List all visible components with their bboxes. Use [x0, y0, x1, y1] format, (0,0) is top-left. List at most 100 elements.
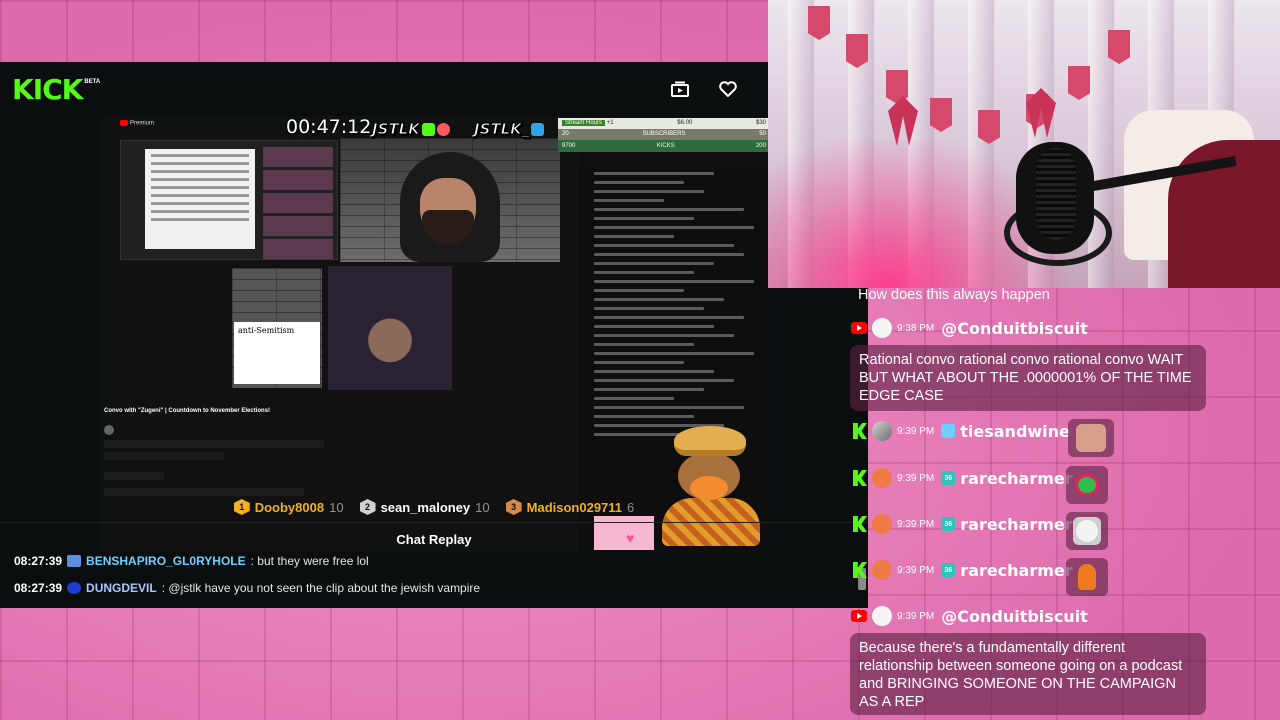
leaderboard-count: 6 — [627, 499, 635, 515]
kick-handle-text: JSTLK — [372, 120, 421, 139]
theater-mode-icon[interactable] — [670, 79, 690, 99]
overlay-chat-header: 9:39 PM 36 rarecharmer — [853, 511, 1073, 537]
face-emote-icon — [1068, 419, 1114, 457]
chat-time: 9:39 PM — [897, 425, 935, 437]
chat-replay-message: 08:27:39 BENSHAPIRO_GL0RYHOLE : but they … — [14, 551, 369, 571]
avatar — [872, 421, 892, 441]
chat-username: rarecharmer — [960, 514, 1073, 534]
host-webcam — [340, 138, 560, 262]
stream-hours-row: Stream Hours +1 $6.00 $30 — [558, 118, 770, 129]
leaderboard-entry[interactable]: 3 Madison029711 6 — [505, 499, 635, 515]
message-text: : but they were free lol — [250, 554, 369, 568]
guest-webcam-right — [328, 266, 452, 390]
avatar — [872, 560, 892, 580]
twitter-bird-icon — [531, 123, 545, 136]
frog-emote-icon — [1066, 466, 1108, 504]
overlay-chat-header: 9:39 PM @Conduitbiscuit — [851, 603, 1088, 629]
chat-username: tiesandwine — [960, 421, 1070, 441]
chat-time: 9:39 PM — [897, 518, 935, 530]
kicks-row: 9700 KICKS 200 — [558, 140, 770, 152]
leaderboard-entry[interactable]: 2 sean_maloney 10 — [359, 499, 490, 515]
definition-heading: anti-Semitism — [238, 326, 295, 335]
kick-header: KICK BETA — [0, 62, 768, 116]
stream-hours-amount: $6.00 — [677, 120, 693, 126]
article-document — [145, 149, 255, 249]
youtube-page-capture: Premium anti-Semitism Convo with "Zugeni… — [100, 116, 578, 552]
overlay-chat-header: 9:38 PM @Conduitbiscuit — [851, 315, 1088, 341]
stream-goals-widget: Stream Hours +1 $6.00 $30 20 SUBSCRIBERS… — [558, 118, 770, 158]
subscribers-row: 20 SUBSCRIBERS 50 — [558, 129, 770, 140]
subscriber-badge-icon: 36 — [941, 563, 956, 577]
leaderboard-entry[interactable]: 1 Dooby8008 10 — [233, 499, 344, 515]
chat-time: 9:39 PM — [897, 472, 935, 484]
charmander-emote-icon — [1066, 558, 1108, 596]
avatar — [872, 318, 892, 338]
avatar — [872, 468, 892, 488]
chat-time: 9:38 PM — [897, 322, 935, 334]
related-videos — [263, 147, 333, 259]
stream-video-player[interactable]: Premium anti-Semitism Convo with "Zugeni… — [100, 116, 770, 552]
stream-hours-label: Stream Hours — [562, 120, 606, 126]
streamer-webcam — [768, 0, 1280, 288]
youtube-premium-logo: Premium — [120, 120, 154, 127]
kick-logo[interactable]: KICK — [12, 73, 83, 106]
chat-time: 9:39 PM — [897, 610, 935, 622]
rank-badge-icon: 2 — [359, 499, 376, 515]
video-title: Convo with "Zugeni" | Countdown to Novem… — [104, 408, 271, 414]
subscriber-badge-icon: 36 — [941, 471, 956, 485]
stream-hours-plus: +1 — [606, 120, 614, 126]
kick-icon — [853, 470, 867, 486]
chat-time: 9:39 PM — [897, 564, 935, 576]
overlay-chat-header: 9:39 PM 36 rarecharmer — [853, 465, 1073, 491]
overlay-chat-message: How does this always happen — [858, 287, 1050, 303]
subs-label: SUBSCRIBERS — [642, 131, 686, 137]
message-time: 08:27:39 — [14, 581, 63, 595]
chat-replay-title: Chat Replay — [396, 532, 472, 547]
overlay-chat-bubble: Because there's a fundamentally differen… — [850, 633, 1206, 715]
gift-leaderboard: 1 Dooby8008 10 2 sean_maloney 10 3 Madis… — [0, 494, 868, 520]
kick-stream-window: KICK BETA Premium anti-Semitism Convo wi… — [0, 62, 868, 608]
stream-timer: 00:47:12 — [286, 116, 372, 138]
leaderboard-name: sean_maloney — [380, 499, 471, 515]
rank-badge-icon: 3 — [505, 499, 522, 515]
record-icon — [436, 123, 450, 136]
twitter-handle-text: JSTLK_ — [473, 120, 530, 139]
overlay-chat-header: 9:39 PM tiesandwine — [853, 418, 1070, 444]
chat-username: @Conduitbiscuit — [941, 606, 1088, 626]
kicks-right: 200 — [755, 143, 766, 149]
leaderboard-count: 10 — [329, 499, 344, 515]
youtube-icon — [851, 322, 867, 334]
leaderboard-name: Madison029711 — [526, 499, 623, 515]
message-username[interactable]: BENSHAPIRO_GL0RYHOLE — [86, 554, 246, 568]
heart-icon[interactable] — [718, 79, 738, 99]
verified-badge-icon — [941, 424, 956, 438]
user-badge-icon — [67, 582, 82, 594]
chat-username: rarecharmer — [960, 560, 1073, 580]
overlay-chat-bubble: Rational convo rational convo rational c… — [850, 345, 1206, 411]
subscriber-badge-icon: 36 — [941, 517, 956, 531]
youtube-icon — [851, 610, 867, 622]
overlay-chat-header: 9:39 PM 36 rarecharmer — [853, 557, 1073, 583]
article-thumbnail — [120, 140, 338, 260]
subs-right: 50 — [759, 131, 766, 137]
avatar — [872, 514, 892, 534]
chat-username: rarecharmer — [960, 468, 1073, 488]
stream-hours-amount-right: $30 — [755, 120, 766, 126]
message-username[interactable]: DUNGDEVIL — [86, 581, 157, 595]
kick-icon — [853, 516, 867, 532]
subs-left: 20 — [562, 131, 569, 137]
channel-row — [104, 422, 564, 436]
twitter-handle-tag: JSTLK_ — [473, 120, 545, 139]
message-time: 08:27:39 — [14, 554, 63, 568]
definition-card: anti-Semitism — [234, 322, 320, 384]
avatar — [872, 606, 892, 626]
kicks-label: KICKS — [656, 143, 675, 149]
chat-replay-message: 08:27:39 DUNGDEVIL : @jstlk have you not … — [14, 578, 480, 598]
kicks-left: 9700 — [562, 143, 576, 149]
user-badge-icon — [67, 555, 82, 567]
message-text: : @jstlk have you not seen the clip abou… — [161, 581, 481, 595]
youtube-chat-lines — [582, 166, 768, 456]
kick-icon — [853, 562, 867, 578]
kick-beta-label: BETA — [84, 79, 101, 85]
cat-emote-icon — [1066, 512, 1108, 550]
